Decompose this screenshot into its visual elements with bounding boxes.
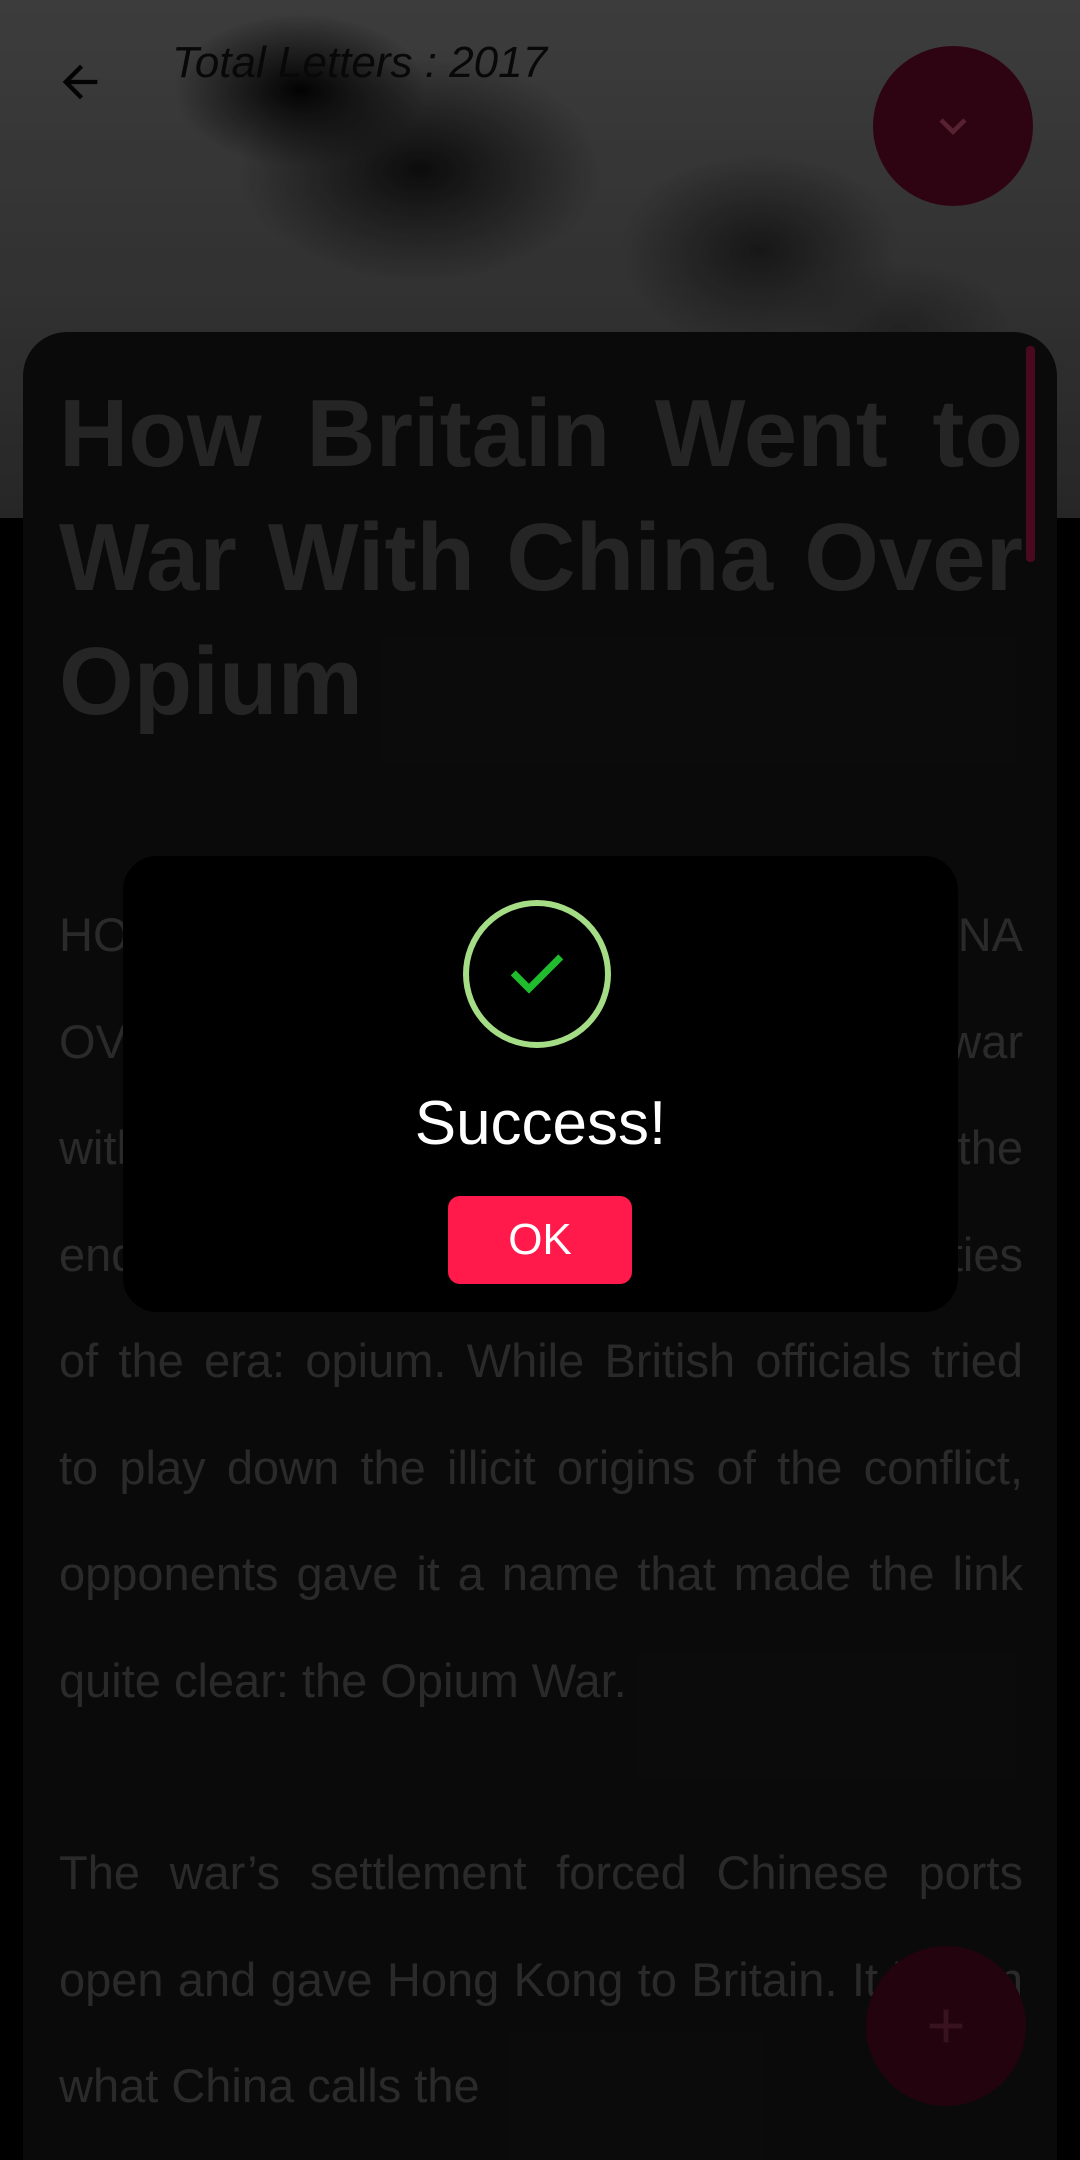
dialog-title: Success! <box>414 1089 667 1158</box>
screen: Total Letters : 2017 How Britain Went to… <box>0 0 1080 2160</box>
ok-button[interactable]: OK <box>448 1196 632 1284</box>
check-icon <box>510 954 564 994</box>
success-icon-ring <box>463 900 611 1048</box>
success-dialog: Success! OK <box>123 856 958 1312</box>
